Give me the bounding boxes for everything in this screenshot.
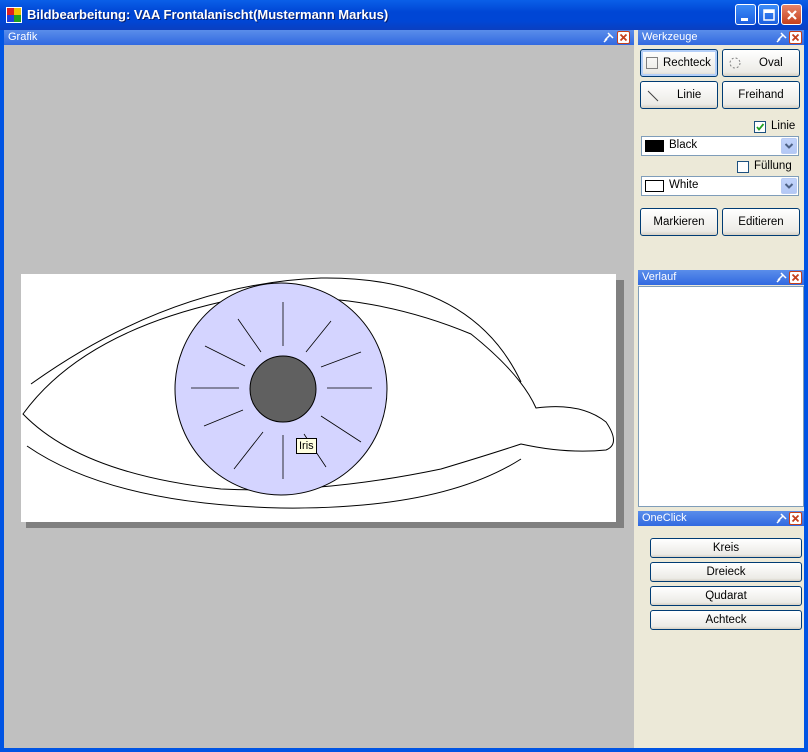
fill-color-select[interactable]: White — [641, 176, 799, 196]
fill-color-dropdown-button[interactable] — [781, 178, 797, 194]
oneclick-pane-title: OneClick — [642, 512, 687, 524]
linie-checkbox-label: Linie — [771, 120, 796, 132]
freihand-button[interactable]: Freihand — [722, 81, 800, 109]
werkzeuge-close-button[interactable] — [789, 31, 802, 44]
pin-icon[interactable] — [775, 271, 788, 284]
editieren-button[interactable]: Editieren — [722, 208, 800, 236]
line-color-select[interactable]: Black — [641, 136, 799, 156]
fill-color-swatch — [645, 180, 664, 192]
shape-tooltip: Iris — [296, 438, 317, 454]
linie-label: Linie — [677, 89, 702, 101]
maximize-button[interactable] — [758, 4, 779, 25]
fuellung-checkbox-label: Füllung — [754, 160, 792, 172]
title-bar[interactable]: Bildbearbeitung: VAA Frontalanischt(Must… — [0, 0, 808, 30]
client-area: Grafik Iris Werkzeuge Rechteck Oval Lini… — [4, 30, 804, 748]
kreis-button[interactable]: Kreis — [650, 538, 802, 558]
close-icon — [619, 33, 628, 42]
verlauf-pane-header[interactable]: Verlauf — [638, 270, 804, 285]
right-panel: Werkzeuge Rechteck Oval Linie Freihand L… — [638, 30, 804, 748]
fill-color-value: White — [669, 179, 699, 191]
rechteck-button[interactable]: Rechteck — [640, 49, 718, 77]
main-window: Bildbearbeitung: VAA Frontalanischt(Must… — [0, 0, 808, 752]
qudarat-button[interactable]: Qudarat — [650, 586, 802, 606]
pin-icon[interactable] — [602, 31, 615, 44]
minimize-button[interactable] — [735, 4, 756, 25]
werkzeuge-pane-title: Werkzeuge — [642, 31, 698, 43]
freihand-label: Freihand — [738, 89, 784, 101]
close-button[interactable] — [781, 4, 802, 25]
grafik-canvas-area[interactable]: Iris — [4, 45, 634, 748]
minimize-icon — [741, 18, 748, 21]
grafik-pane-header[interactable]: Grafik — [4, 30, 634, 45]
oneclick-pane-header[interactable]: OneClick — [638, 511, 804, 526]
line-icon — [647, 90, 659, 102]
oneclick-close-button[interactable] — [789, 512, 802, 525]
linie-checkbox[interactable] — [754, 121, 766, 133]
window-title: Bildbearbeitung: VAA Frontalanischt(Must… — [27, 7, 389, 22]
close-icon — [791, 33, 800, 42]
dreieck-button[interactable]: Dreieck — [650, 562, 802, 582]
rechteck-label: Rechteck — [663, 57, 711, 69]
drawing-canvas[interactable] — [21, 274, 616, 522]
chevron-down-icon — [784, 183, 794, 189]
eye-drawing[interactable] — [21, 274, 616, 522]
checkmark-icon — [756, 123, 765, 131]
chevron-down-icon — [784, 143, 794, 149]
line-color-swatch — [645, 140, 664, 152]
werkzeuge-pane-header[interactable]: Werkzeuge — [638, 30, 804, 45]
maximize-icon — [763, 9, 775, 21]
achteck-button[interactable]: Achteck — [650, 610, 802, 630]
editieren-label: Editieren — [738, 216, 784, 228]
grafik-pane-title: Grafik — [8, 31, 38, 43]
pupil — [249, 355, 317, 423]
app-icon — [6, 7, 22, 23]
verlauf-list[interactable] — [638, 286, 804, 507]
oval-label: Oval — [759, 57, 783, 69]
fuellung-checkbox[interactable] — [737, 161, 749, 173]
line-color-dropdown-button[interactable] — [781, 138, 797, 154]
rectangle-icon — [646, 57, 658, 69]
markieren-label: Markieren — [653, 216, 705, 228]
pin-icon[interactable] — [775, 512, 788, 525]
linie-button[interactable]: Linie — [640, 81, 718, 109]
close-icon — [791, 514, 800, 523]
close-icon — [787, 10, 797, 20]
verlauf-close-button[interactable] — [789, 271, 802, 284]
markieren-button[interactable]: Markieren — [640, 208, 718, 236]
line-color-value: Black — [669, 139, 698, 151]
verlauf-pane-title: Verlauf — [642, 271, 677, 283]
pin-icon[interactable] — [775, 31, 788, 44]
oval-button[interactable]: Oval — [722, 49, 800, 77]
close-icon — [791, 273, 800, 282]
oval-icon — [729, 57, 741, 69]
grafik-close-button[interactable] — [617, 31, 630, 44]
